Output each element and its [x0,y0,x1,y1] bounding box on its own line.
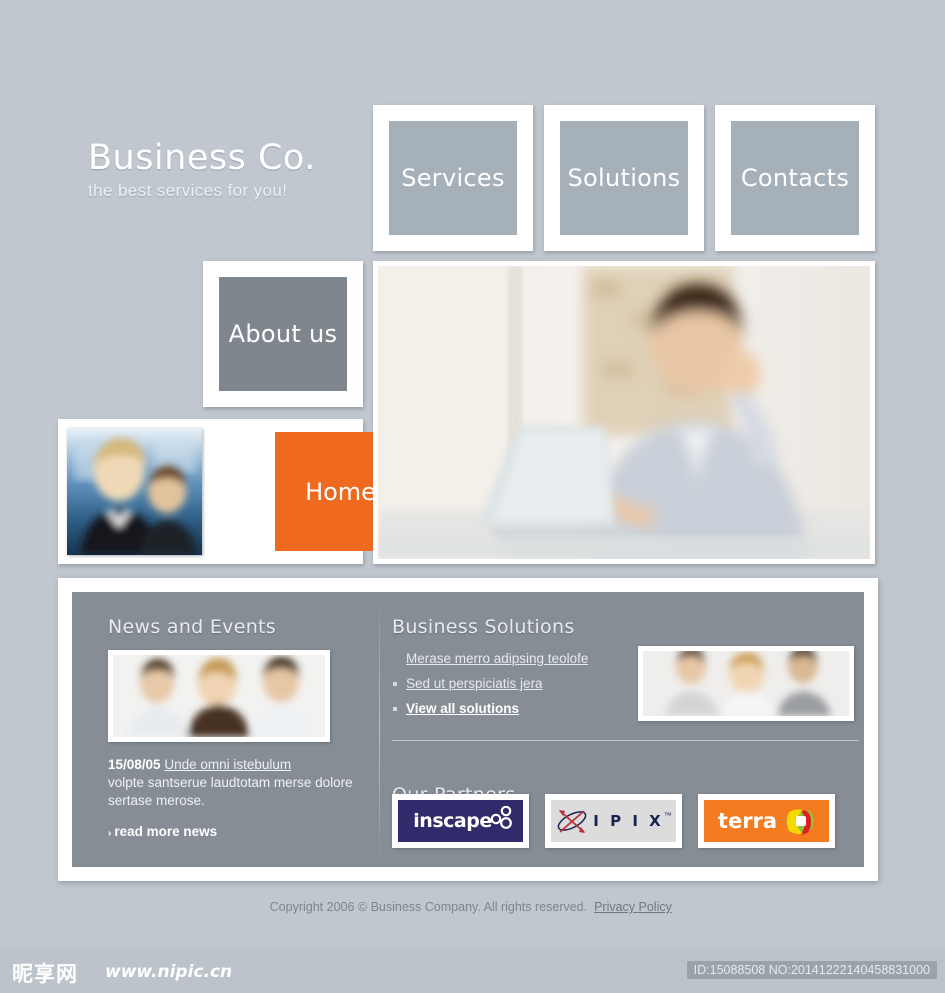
solutions-thumbnail-graphic [643,651,849,716]
read-more-news-link[interactable]: › read more news [108,824,398,839]
hero-image [378,266,870,559]
solutions-link-list: Merase merro adipsing teolofe Sed ut per… [392,650,607,718]
nav-item-solutions-label: Solutions [560,121,688,235]
ipix-atom-icon [557,810,587,833]
terra-logo: terra [704,800,829,842]
solutions-link-3[interactable]: View all solutions [406,701,519,716]
inscape-mark-icon [490,806,512,829]
footer: Copyright 2006 © Business Company. All r… [0,900,945,914]
solutions-thumbnail [643,651,849,716]
logo-tagline: the best services for you! [88,181,288,200]
news-thumbnail [113,655,325,737]
logo-title: Business Co. [88,138,316,178]
read-more-news-label: read more news [114,824,218,839]
team-photo-graphic [67,428,202,555]
solutions-link-1[interactable]: Merase merro adipsing teolofe [406,651,588,666]
news-column: News and Events 15/08/05 Unde omni isteb… [108,616,398,839]
news-body: volpte santserue laudtotam merse dolore … [108,775,353,808]
nav-item-home-label: Home [305,477,376,506]
ipix-logo-text: I P I X [593,812,664,830]
solutions-link-2[interactable]: Sed ut perspiciatis jera [406,676,543,691]
news-thumbnail-graphic [113,655,325,737]
solutions-heading: Business Solutions [392,616,575,638]
hero-banner [373,261,875,564]
nav-item-about-us-label: About us [219,277,347,391]
watermark-id: ID:15088508 NO:20141222140458831000 [686,961,937,979]
nav-item-contacts[interactable]: Contacts [715,105,875,251]
partner-logo-ipix[interactable]: I P I X ™ [545,794,682,848]
terra-logo-text: terra [717,809,778,833]
news-heading: News and Events [108,616,276,638]
partner-logo-inscape[interactable]: inscape [392,794,529,848]
privacy-policy-link[interactable]: Privacy Policy [594,900,672,914]
nav-item-services[interactable]: Services [373,105,533,251]
home-nav-row: Home [58,419,406,564]
nav-item-services-label: Services [389,121,517,235]
news-headline-link[interactable]: Unde omni istebulum [164,757,291,772]
copyright-text: Copyright 2006 © Business Company. All r… [269,900,588,914]
solutions-thumbnail-frame[interactable] [638,646,854,721]
partners-logo-row: inscape I P I X ™ terra [392,794,862,848]
list-item: View all solutions [392,700,607,718]
trademark-icon: ™ [663,810,672,820]
chevron-right-icon: › [108,828,112,839]
list-item: Merase merro adipsing teolofe [392,650,607,668]
ipix-logo: I P I X ™ [551,800,676,842]
page-root: Business Co. the best services for you! … [0,0,945,993]
watermark-logo-cn: 昵享网 [12,962,78,986]
news-thumbnail-frame[interactable] [108,650,330,742]
nav-item-solutions[interactable]: Solutions [544,105,704,251]
terra-cube-icon [786,809,814,835]
team-photo-thumbnail [67,428,202,555]
nav-item-about-us[interactable]: About us [203,261,363,407]
inscape-logo-text: inscape [413,810,492,832]
partner-logo-terra[interactable]: terra [698,794,835,848]
hero-image-graphic [378,266,870,559]
right-column: Business Solutions Merase merro adipsing… [392,616,862,848]
content-panel-frame: News and Events 15/08/05 Unde omni isteb… [58,578,878,881]
watermark-bar: 昵享网 www.nipic.cn ID:15088508 NO:20141222… [0,950,945,993]
nav-item-contacts-label: Contacts [731,121,859,235]
inscape-logo: inscape [398,800,523,842]
watermark-url: www.nipic.cn [105,962,233,982]
site-logo[interactable]: Business Co. the best services for you! [88,138,368,202]
section-divider [392,740,859,741]
list-item: Sed ut perspiciatis jera [392,675,607,693]
news-date: 15/08/05 [108,757,161,772]
news-item: 15/08/05 Unde omni istebulum volpte sant… [108,756,398,810]
content-panel: News and Events 15/08/05 Unde omni isteb… [72,592,864,867]
